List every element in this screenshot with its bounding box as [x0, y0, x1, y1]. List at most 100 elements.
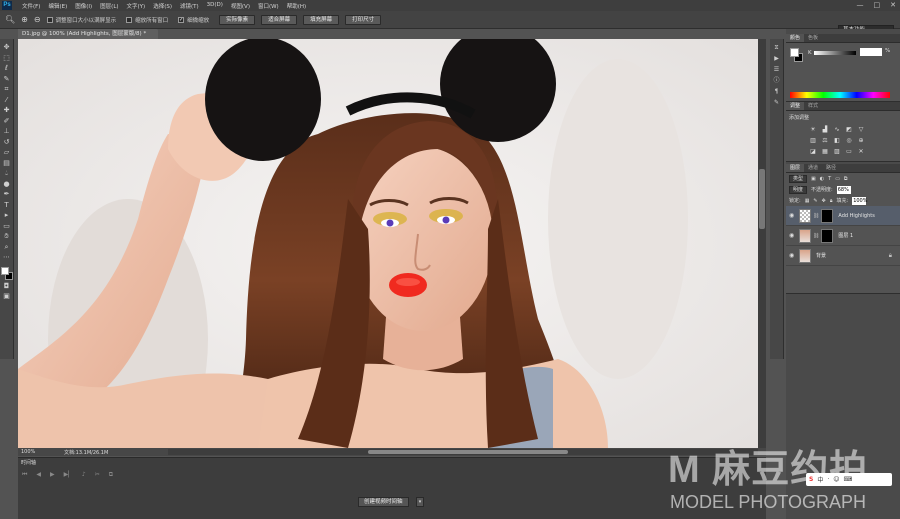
shape-tool-icon[interactable]: ▭	[0, 221, 14, 232]
timeline-mode-dropdown[interactable]: ▾	[416, 497, 424, 507]
filter-shape-icon[interactable]: ▭	[835, 176, 840, 182]
type-tool-icon[interactable]: T	[0, 200, 14, 211]
color-spectrum[interactable]	[790, 92, 890, 98]
zoom-all-checkbox[interactable]: 缩放所有窗口	[126, 16, 168, 24]
color-swatches[interactable]	[0, 266, 13, 281]
properties-icon[interactable]: ☰	[770, 64, 784, 75]
dodge-tool-icon[interactable]: ●	[0, 179, 14, 190]
ime-punct[interactable]: ·	[827, 476, 829, 483]
ime-toolbar[interactable]: S 中 · ☺ ⌨	[806, 473, 892, 486]
foreground-color-swatch[interactable]	[0, 266, 9, 275]
mask-link-icon[interactable]: ⛓	[813, 213, 819, 219]
menu-select[interactable]: 选择(S)	[153, 2, 172, 10]
layer-row-layer-1[interactable]: ◉ ⛓ 图层 1	[786, 226, 900, 246]
menu-3d[interactable]: 3D(D)	[207, 2, 223, 10]
invert-icon[interactable]: ◪	[808, 147, 818, 156]
levels-icon[interactable]: ▟	[820, 125, 830, 134]
gradient-tool-icon[interactable]: ▤	[0, 158, 14, 169]
eraser-tool-icon[interactable]: ▱	[0, 147, 14, 158]
prev-frame-icon[interactable]: ◀	[36, 471, 41, 479]
actions-icon[interactable]: ▶	[770, 53, 784, 64]
marquee-tool-icon[interactable]: ⬚	[0, 53, 14, 64]
hue-saturation-icon[interactable]: ▥	[808, 136, 818, 145]
vertical-scroll-thumb[interactable]	[759, 169, 765, 229]
layer-row-add-highlights[interactable]: ◉ ⛓ Add Highlights	[786, 206, 900, 226]
pen-tool-icon[interactable]: ✒	[0, 189, 14, 200]
zoom-tool-icon[interactable]: ⌕	[0, 242, 14, 253]
photo-filter-icon[interactable]: ◎	[844, 136, 854, 145]
brush-tool-icon[interactable]: ✐	[0, 116, 14, 127]
tab-channels[interactable]: 通道	[804, 164, 822, 172]
print-size-button[interactable]: 打印尺寸	[345, 14, 382, 25]
panel-foreground-swatch[interactable]	[790, 48, 799, 57]
filter-type-icon[interactable]: T	[828, 176, 831, 182]
lock-brush-icon[interactable]: ✎	[813, 198, 817, 204]
cut-icon[interactable]: ✂	[95, 471, 100, 479]
channel-mixer-icon[interactable]: ⊕	[856, 136, 866, 145]
vibrance-icon[interactable]: ▽	[856, 125, 866, 134]
ime-emoji-icon[interactable]: ☺	[833, 476, 839, 483]
visibility-eye-icon[interactable]: ◉	[789, 212, 799, 219]
layer-mask-thumbnail[interactable]	[821, 228, 834, 243]
audio-icon[interactable]: ♪	[82, 471, 86, 479]
minimize-button[interactable]: —	[857, 1, 864, 10]
menu-help[interactable]: 帮助(H)	[287, 2, 306, 10]
menu-image[interactable]: 图像(I)	[75, 2, 92, 10]
visibility-eye-icon[interactable]: ◉	[789, 252, 799, 259]
ime-mode[interactable]: 中	[817, 475, 823, 484]
k-slider[interactable]	[814, 51, 856, 55]
checkbox-box[interactable]	[46, 16, 53, 23]
quick-mask-icon[interactable]: ◘	[0, 281, 14, 292]
zoom-in-icon[interactable]: ⊕	[21, 15, 28, 24]
brightness-icon[interactable]: ☀	[808, 125, 818, 134]
menu-filter[interactable]: 滤镜(T)	[180, 2, 199, 10]
selective-color-icon[interactable]: ✕	[856, 147, 866, 156]
quick-select-tool-icon[interactable]: ✎	[0, 74, 14, 85]
filter-adjust-icon[interactable]: ◐	[820, 176, 824, 182]
lock-transparent-icon[interactable]: ▦	[805, 198, 810, 204]
tab-styles[interactable]: 样式	[804, 102, 822, 110]
tab-paths[interactable]: 路径	[822, 164, 840, 172]
gradient-map-icon[interactable]: ▭	[844, 147, 854, 156]
resize-windows-checkbox[interactable]: 调整窗口大小以满屏显示	[46, 16, 116, 24]
healing-tool-icon[interactable]: ✚	[0, 105, 14, 116]
tab-layers[interactable]: 图层	[786, 164, 805, 172]
lock-move-icon[interactable]: ✥	[822, 198, 826, 204]
play-icon[interactable]: ▶	[50, 471, 55, 479]
menu-view[interactable]: 视图(V)	[231, 2, 250, 10]
mask-link-icon[interactable]: ⛓	[813, 233, 819, 239]
layer-name[interactable]: 背景	[816, 252, 826, 259]
scrubby-zoom-checkbox[interactable]: ✓ 细微缩放	[178, 16, 209, 24]
opacity-field[interactable]: 68%	[836, 185, 851, 194]
fit-screen-button[interactable]: 适合屏幕	[261, 14, 298, 25]
lock-all-icon[interactable]: 🔒︎	[830, 198, 833, 204]
menu-type[interactable]: 文字(Y)	[127, 2, 146, 10]
info-icon[interactable]: ⓘ	[770, 75, 784, 86]
menu-edit[interactable]: 编辑(E)	[48, 2, 67, 10]
horizontal-scroll-thumb[interactable]	[368, 450, 568, 454]
tab-adjustments[interactable]: 调整	[786, 102, 805, 110]
transition-icon[interactable]: ⧉	[109, 471, 113, 479]
exposure-icon[interactable]: ◩	[844, 125, 854, 134]
paragraph-icon[interactable]: ¶	[770, 86, 784, 97]
close-button[interactable]: ✕	[890, 1, 896, 10]
history-brush-icon[interactable]: ↺	[0, 137, 14, 148]
screen-mode-icon[interactable]: ▣	[0, 291, 14, 302]
layer-name[interactable]: 图层 1	[838, 232, 853, 239]
checkbox-box-checked[interactable]: ✓	[178, 16, 185, 23]
document-info[interactable]: 文档:13.1M/26.1M	[64, 449, 108, 456]
ime-keyboard-icon[interactable]: ⌨	[844, 476, 853, 483]
maximize-button[interactable]: □	[874, 1, 881, 10]
vertical-scrollbar[interactable]	[758, 39, 766, 448]
tab-swatches[interactable]: 色板	[804, 34, 822, 42]
menu-window[interactable]: 窗口(W)	[258, 2, 279, 10]
layer-name[interactable]: Add Highlights	[838, 213, 874, 219]
filter-pixel-icon[interactable]: ▣	[811, 176, 816, 182]
stamp-tool-icon[interactable]: ⊥	[0, 126, 14, 137]
eyedropper-tool-icon[interactable]: ⁄	[0, 95, 14, 106]
more-tools-icon[interactable]: ⋯	[0, 252, 14, 263]
menu-layer[interactable]: 图层(L)	[100, 2, 118, 10]
ime-logo[interactable]: S	[809, 476, 813, 483]
path-select-tool-icon[interactable]: ▸	[0, 210, 14, 221]
layer-filter-dropdown[interactable]: 类型	[789, 174, 808, 183]
